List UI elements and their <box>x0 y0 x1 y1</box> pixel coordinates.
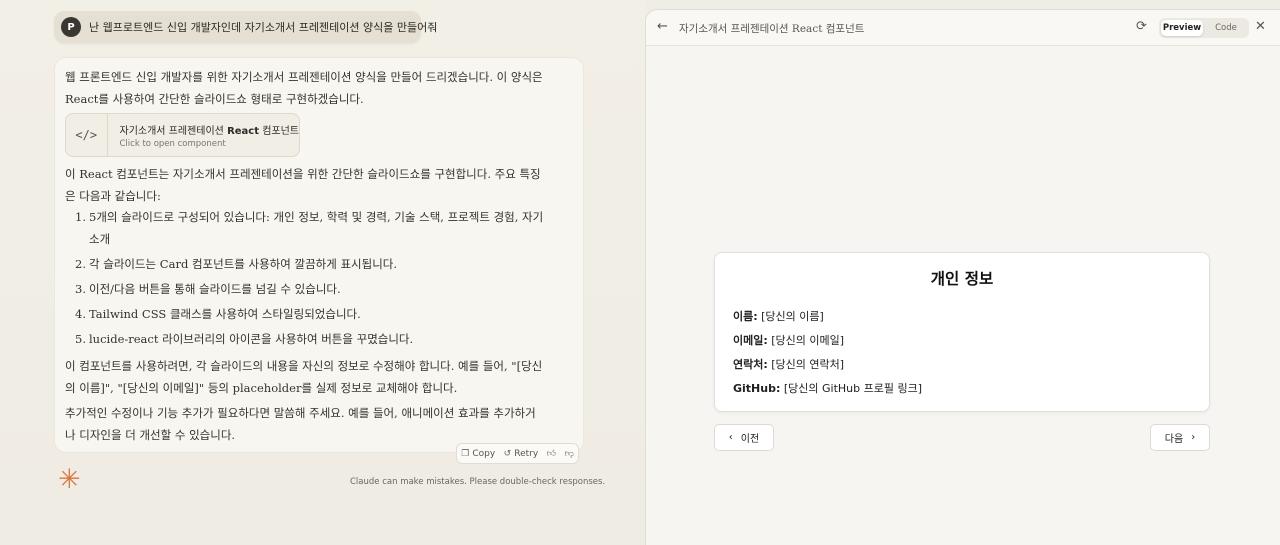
assistant-summary: 이 React 컴포넌트는 자기소개서 프레젠테이션을 위한 간단한 슬라이드쇼… <box>65 167 541 203</box>
tab-code[interactable]: Code <box>1205 20 1247 36</box>
artifact-header: ← 자기소개서 프레젠테이션 React 컴포넌트 ⟳ Preview Code… <box>646 10 1280 46</box>
preview-area: 개인 정보 이름: [당신의 이름] 이메일: [당신의 이메일] 연락처: [… <box>646 46 1280 545</box>
field-name: 이름: [당신의 이름] <box>733 310 824 323</box>
chevron-right-icon: › <box>1191 432 1196 443</box>
retry-icon: ↺ <box>503 448 512 459</box>
thumbs-up-button[interactable]: 👍︎ <box>547 449 556 459</box>
artifact-subtitle: Click to open component <box>119 138 226 149</box>
code-icon: </> <box>66 114 108 156</box>
thumbs-down-icon: 👎︎ <box>564 448 574 459</box>
refresh-icon[interactable]: ⟳ <box>1136 19 1147 34</box>
assistant-intro: 웹 프론트엔드 신입 개발자를 위한 자기소개서 프레젠테이션 양식을 만들어 … <box>65 70 543 106</box>
chevron-left-icon: ‹ <box>728 432 733 443</box>
chat-pane: P 난 웹프로트엔드 신입 개발자인데 자기소개서 프레젠테이션 양식을 만들어… <box>0 0 645 545</box>
field-contact: 연락처: [당신의 연락처] <box>733 358 845 371</box>
thumbs-down-button[interactable]: 👎︎ <box>565 449 574 459</box>
field-github: GitHub: [당신의 GitHub 프로필 링크] <box>733 382 923 395</box>
feature-list: 1. 5개의 슬라이드로 구성되어 있습니다: 개인 정보, 학력 및 경력, 기… <box>75 206 545 353</box>
user-message: P 난 웹프로트엔드 신입 개발자인데 자기소개서 프레젠테이션 양식을 만들어… <box>54 11 437 43</box>
close-icon[interactable]: ✕ <box>1255 19 1266 34</box>
slide-title: 개인 정보 <box>930 270 994 288</box>
user-message-text: 난 웹프로트엔드 신입 개발자인데 자기소개서 프레젠테이션 양식을 만들어줘 <box>89 21 438 34</box>
list-item: 5. lucide-react 라이브러리의 아이콘을 사용하여 버튼을 꾸몄습니… <box>75 332 414 346</box>
list-item: 2. 각 슬라이드는 Card 컴포넌트를 사용하여 깔끔하게 표시됩니다. <box>75 257 398 271</box>
retry-button[interactable]: ↺ Retry <box>504 449 539 459</box>
next-button[interactable]: 다음 › <box>1150 424 1210 451</box>
list-item: 4. Tailwind CSS 클래스를 사용하여 스타일링되었습니다. <box>75 307 361 321</box>
copy-icon: ❐ <box>461 448 470 459</box>
view-toggle: Preview Code <box>1159 18 1249 38</box>
tab-preview[interactable]: Preview <box>1161 20 1203 36</box>
list-item: 3. 이전/다음 버튼을 통해 슬라이드를 넘길 수 있습니다. <box>75 282 341 296</box>
thumbs-up-icon: 👍︎ <box>546 448 557 459</box>
message-actions: ❐ Copy ↺ Retry 👍︎ 👎︎ <box>456 443 579 464</box>
artifact-card[interactable]: </> 자기소개서 프레젠테이션 React 컴포넌트 Click to ope… <box>65 113 300 157</box>
assistant-message: 웹 프론트엔드 신입 개발자를 위한 자기소개서 프레젠테이션 양식을 만들어 … <box>54 57 584 453</box>
disclaimer: Claude can make mistakes. Please double-… <box>350 477 606 487</box>
artifact-meta: 자기소개서 프레젠테이션 React 컴포넌트 Click to open co… <box>108 122 300 149</box>
copy-button[interactable]: ❐ Copy <box>461 449 495 459</box>
artifact-pane-title: 자기소개서 프레젠테이션 React 컴포넌트 <box>679 23 865 35</box>
claude-logo-icon: ✳ <box>58 464 81 495</box>
list-item: 1. 5개의 슬라이드로 구성되어 있습니다: 개인 정보, 학력 및 경력, 기… <box>75 210 544 246</box>
artifact-title: 자기소개서 프레젠테이션 React 컴포넌트 <box>119 125 300 137</box>
prev-button[interactable]: ‹ 이전 <box>714 424 774 451</box>
assistant-closing: 추가적인 수정이나 기능 추가가 필요하다면 말씀해 주세요. 예를 들어, 애… <box>65 406 536 442</box>
back-arrow-icon[interactable]: ← <box>657 19 668 34</box>
field-email: 이메일: [당신의 이메일] <box>733 334 845 347</box>
slide-card: 개인 정보 이름: [당신의 이름] 이메일: [당신의 이메일] 연락처: [… <box>714 252 1210 412</box>
assistant-usage: 이 컴포넌트를 사용하려면, 각 슬라이드의 내용을 자신의 정보로 수정해야 … <box>65 359 543 395</box>
artifact-pane: ← 자기소개서 프레젠테이션 React 컴포넌트 ⟳ Preview Code… <box>645 9 1280 545</box>
user-avatar[interactable]: P <box>61 17 81 37</box>
